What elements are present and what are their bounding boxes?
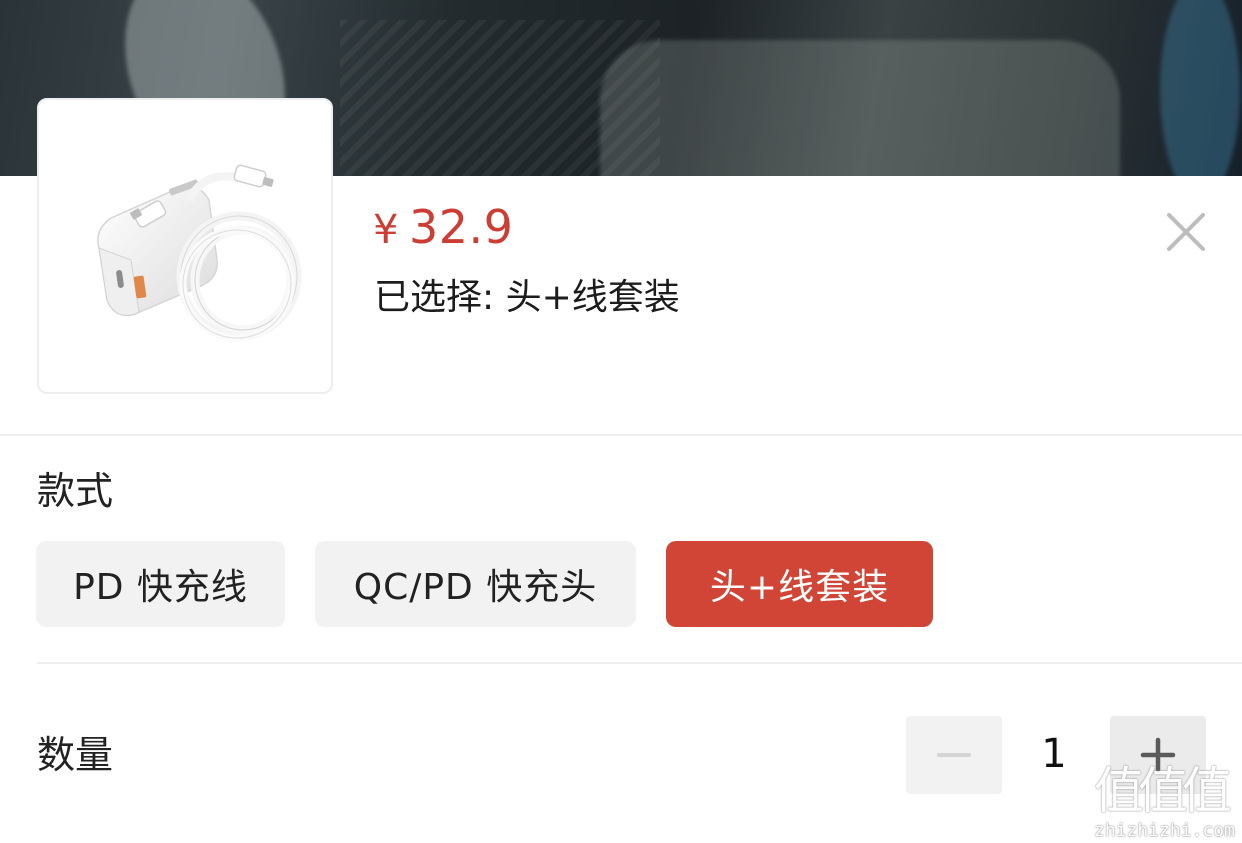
style-section-label: 款式: [37, 469, 114, 513]
quantity-decrease-button[interactable]: [906, 716, 1002, 794]
quantity-section-label: 数量: [37, 733, 114, 777]
close-button[interactable]: [1160, 206, 1212, 258]
style-option-qc-pd-charger[interactable]: QC/PD 快充头: [315, 541, 636, 627]
minus-icon: [937, 753, 971, 757]
style-option-label: PD 快充线: [73, 567, 248, 608]
quantity-increase-button[interactable]: [1110, 716, 1206, 794]
quantity-value[interactable]: 1: [1022, 734, 1086, 774]
product-thumbnail: [37, 98, 333, 394]
charger-cable-image: [97, 164, 302, 342]
style-option-charger-cable-set[interactable]: 头+线套装: [666, 541, 933, 627]
background-highlight: [600, 40, 1120, 176]
divider: [0, 434, 1242, 436]
background-highlight: [1160, 0, 1240, 176]
close-icon: [1167, 213, 1205, 251]
divider: [37, 662, 1242, 664]
style-option-label: 头+线套装: [709, 567, 890, 608]
selected-variant-text: 已选择: 头+线套装: [374, 277, 680, 318]
style-option-pd-cable[interactable]: PD 快充线: [36, 541, 285, 627]
style-option-label: QC/PD 快充头: [353, 567, 598, 608]
currency-symbol: ¥: [373, 207, 399, 253]
price-value: 32.9: [408, 200, 514, 254]
price: ¥32.9: [373, 204, 513, 250]
plus-icon: [1140, 737, 1176, 773]
